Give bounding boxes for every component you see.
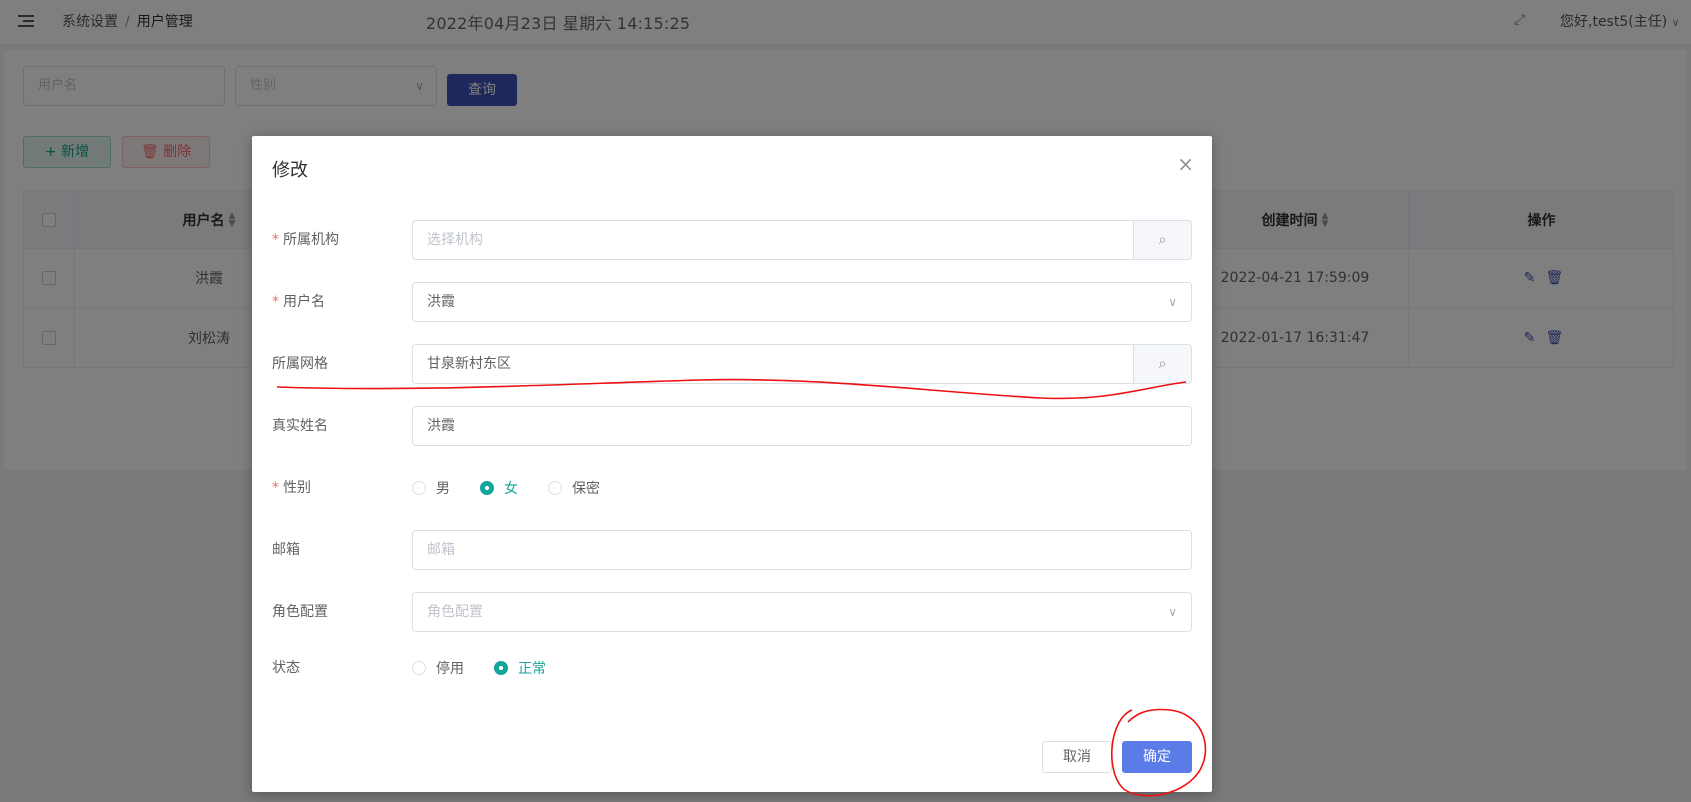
username-select[interactable]: 洪霞 ∨ — [412, 282, 1192, 322]
chevron-down-icon: ∨ — [1168, 295, 1177, 309]
gender-label: * 性别 — [272, 480, 311, 496]
grid-label: 所属网格 — [272, 356, 328, 372]
username-value: 洪霞 — [427, 294, 455, 310]
email-input[interactable]: 邮箱 — [412, 530, 1192, 570]
form-row-username: * 用户名 洪霞 ∨ — [272, 282, 1192, 322]
role-placeholder: 角色配置 — [427, 604, 483, 620]
form-row-grid: 所属网格 甘泉新村东区 ⌕ — [272, 344, 1192, 384]
org-placeholder: 选择机构 — [427, 232, 483, 248]
search-icon: ⌕ — [1158, 232, 1167, 248]
confirm-button[interactable]: 确定 — [1122, 741, 1192, 773]
status-radio-disabled[interactable]: 停用 — [412, 658, 464, 678]
org-input[interactable]: 选择机构 ⌕ — [412, 220, 1192, 260]
chevron-down-icon: ∨ — [1168, 605, 1177, 619]
form-row-realname: 真实姓名 洪霞 — [272, 406, 1192, 446]
form-row-org: * 所属机构 选择机构 ⌕ — [272, 220, 1192, 260]
status-radio-group: 停用 正常 — [412, 648, 576, 688]
form-row-email: 邮箱 邮箱 — [272, 530, 1192, 570]
status-label: 状态 — [272, 660, 300, 676]
form-row-gender: * 性别 男 女 保密 — [272, 468, 1192, 508]
edit-user-dialog: 修改 × * 所属机构 选择机构 ⌕ * 用户名 洪霞 ∨ 所属网格 甘泉新村东区 … — [252, 136, 1212, 792]
org-label: * 所属机构 — [272, 232, 339, 248]
dialog-title: 修改 — [272, 160, 308, 181]
role-select[interactable]: 角色配置 ∨ — [412, 592, 1192, 632]
grid-value: 甘泉新村东区 — [427, 356, 511, 372]
form-row-role: 角色配置 角色配置 ∨ — [272, 592, 1192, 632]
role-label: 角色配置 — [272, 604, 328, 620]
realname-label: 真实姓名 — [272, 418, 328, 434]
gender-radio-female[interactable]: 女 — [480, 478, 518, 498]
gender-radio-secret[interactable]: 保密 — [548, 478, 600, 498]
username-label: * 用户名 — [272, 294, 325, 310]
close-icon[interactable]: × — [1177, 154, 1194, 174]
realname-input[interactable]: 洪霞 — [412, 406, 1192, 446]
search-icon: ⌕ — [1158, 356, 1167, 372]
org-search-button[interactable]: ⌕ — [1133, 221, 1191, 259]
form-row-status: 状态 停用 正常 — [272, 648, 1192, 688]
gender-radio-male[interactable]: 男 — [412, 478, 450, 498]
grid-search-button[interactable]: ⌕ — [1133, 345, 1191, 383]
status-radio-normal[interactable]: 正常 — [494, 658, 546, 678]
cancel-button[interactable]: 取消 — [1042, 741, 1112, 773]
grid-input[interactable]: 甘泉新村东区 ⌕ — [412, 344, 1192, 384]
email-label: 邮箱 — [272, 542, 300, 558]
gender-radio-group: 男 女 保密 — [412, 468, 630, 508]
